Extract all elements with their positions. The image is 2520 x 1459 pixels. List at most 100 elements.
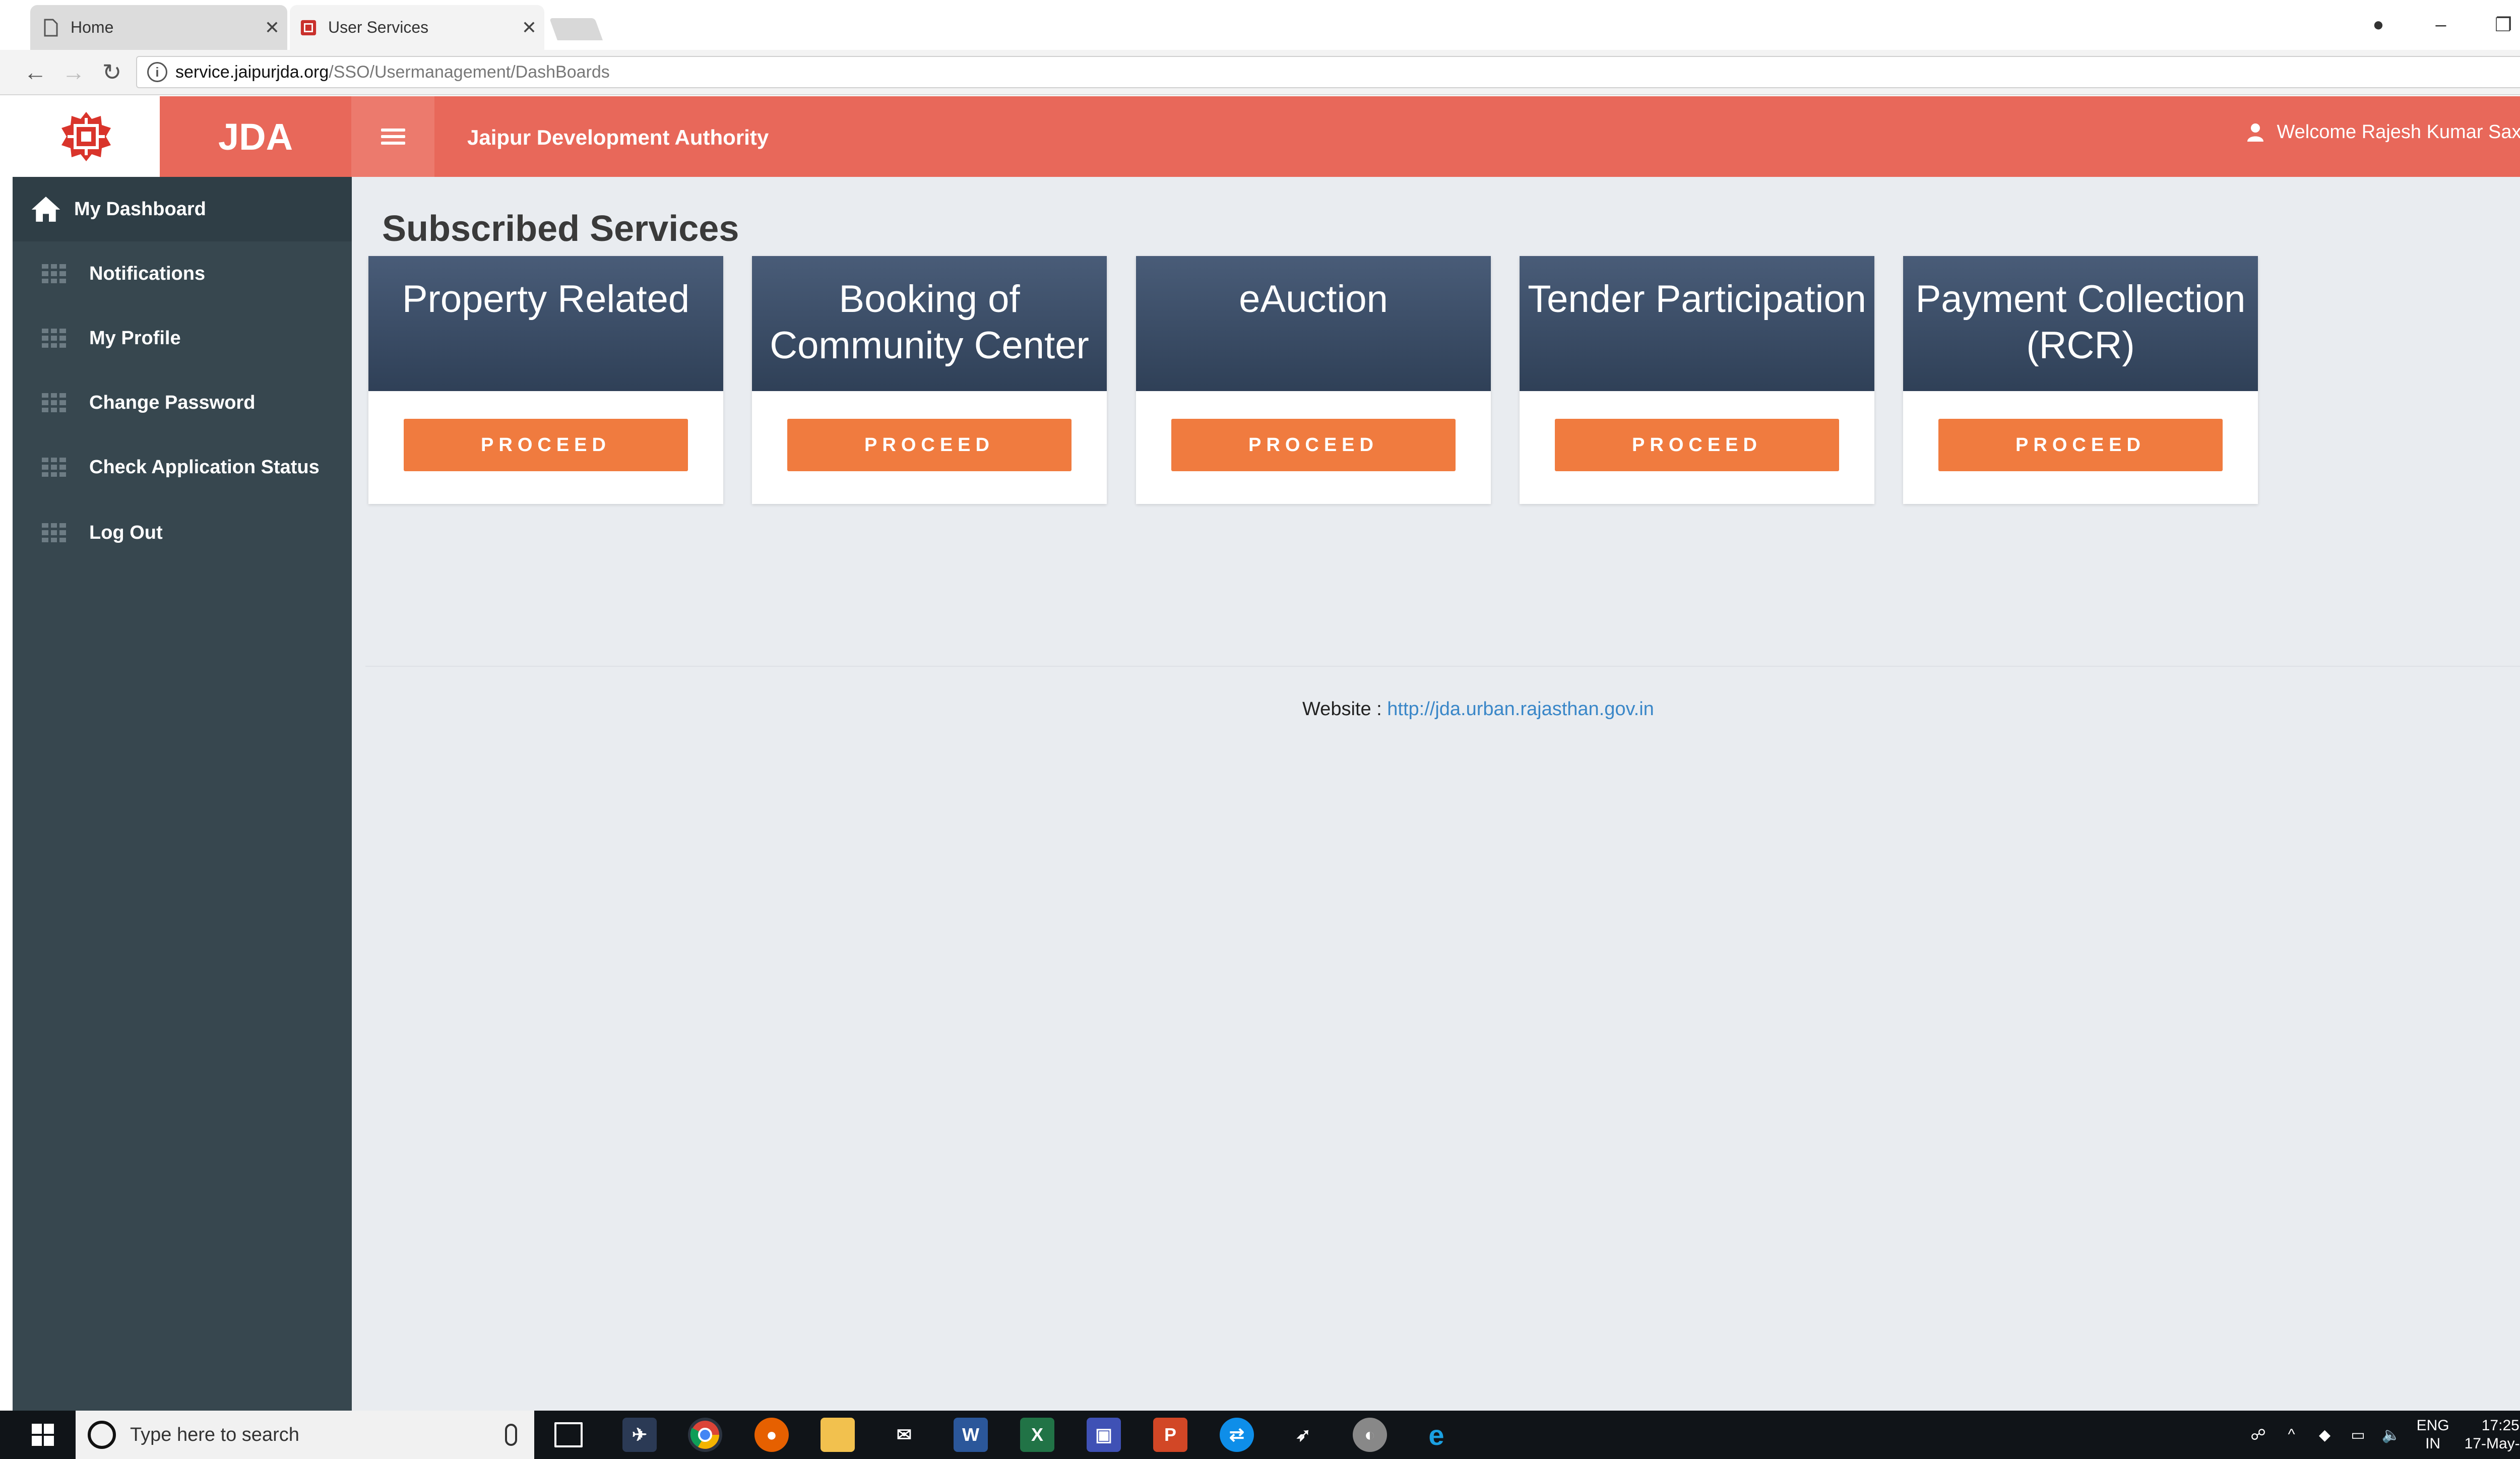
grid-icon: [42, 523, 66, 542]
brand-name[interactable]: JDA: [160, 96, 351, 177]
forward-arrow-icon[interactable]: →: [54, 58, 93, 86]
url-input[interactable]: i service.jaipurjda.org/SSO/Usermanageme…: [136, 56, 2520, 88]
sidebar-item-label: My Profile: [89, 327, 181, 349]
network-icon[interactable]: ▭: [2348, 1425, 2368, 1445]
sidebar-item-log-out[interactable]: Log Out: [13, 500, 352, 565]
tray-app-icon[interactable]: ◆: [2315, 1425, 2335, 1445]
grid-icon: [42, 393, 66, 412]
system-tray: ☍ ^ ◆ ▭ 🔈 ENG IN 17:25 17-May-18: [2235, 1411, 2520, 1459]
proceed-button[interactable]: PROCEED: [1171, 419, 1456, 471]
sidebar-item-notifications[interactable]: Notifications: [13, 241, 352, 306]
tab-title: Home: [71, 18, 114, 36]
sidebar-item-label: Change Password: [89, 392, 256, 413]
welcome-text: Welcome Rajesh Kumar Saxena: [2277, 121, 2520, 143]
proceed-button[interactable]: PROCEED: [787, 419, 1072, 471]
org-title: Jaipur Development Authority: [467, 125, 769, 149]
jda-favicon-icon: [300, 18, 317, 38]
powerpoint-icon[interactable]: P: [1153, 1418, 1187, 1452]
page-title: Subscribed Services: [382, 209, 739, 249]
hamburger-icon: [381, 125, 405, 148]
user-icon: [2247, 123, 2264, 142]
windows-taskbar: Type here to search ✈ ● ✉ W X ▣ P ⇄ ➶ ◐ …: [0, 1411, 2520, 1459]
people-icon[interactable]: ☍: [2248, 1425, 2269, 1445]
url-host: service.jaipurjda.org: [175, 62, 329, 82]
globe-app-icon[interactable]: ◐: [1353, 1418, 1387, 1452]
content-divider: [365, 666, 2520, 667]
card-title: eAuction: [1136, 256, 1491, 391]
tab-title: User Services: [328, 18, 429, 36]
file-explorer-icon[interactable]: [821, 1418, 855, 1452]
firefox-icon[interactable]: ●: [754, 1418, 789, 1452]
tab-user-services[interactable]: User Services ✕: [290, 5, 544, 50]
service-card-booking-community-center: Booking of Community Center PROCEED: [752, 256, 1107, 504]
app-container: JDA Jaipur Development Authority Welcome…: [13, 96, 2520, 1411]
chevron-up-icon[interactable]: ^: [2282, 1425, 2302, 1445]
menu-toggle-button[interactable]: [351, 96, 434, 177]
chrome-icon[interactable]: [688, 1418, 722, 1452]
grid-icon: [42, 329, 66, 348]
clock[interactable]: 17:25 17-May-18: [2465, 1417, 2520, 1453]
sidebar-item-my-dashboard[interactable]: My Dashboard: [13, 177, 352, 241]
minimize-icon[interactable]: –: [2410, 14, 2472, 36]
search-placeholder: Type here to search: [130, 1424, 299, 1445]
mail-icon[interactable]: ✉: [887, 1418, 921, 1452]
language-indicator[interactable]: ENG IN: [2417, 1417, 2449, 1453]
website-link[interactable]: http://jda.urban.rajasthan.gov.in: [1387, 699, 1654, 720]
jda-logo[interactable]: [13, 96, 160, 177]
user-menu[interactable]: Welcome Rajesh Kumar Saxena ▾: [2246, 121, 2520, 143]
tab-home[interactable]: Home ✕: [30, 5, 287, 50]
sidebar-item-my-profile[interactable]: My Profile: [13, 306, 352, 370]
new-tab-button[interactable]: [549, 18, 603, 40]
app-icon[interactable]: ➶: [1286, 1418, 1320, 1452]
page-icon: [42, 18, 59, 38]
window-controls: ● – ❐ ✕: [2347, 0, 2520, 50]
clock-time: 17:25: [2481, 1417, 2519, 1434]
proceed-button[interactable]: PROCEED: [1938, 419, 2223, 471]
taskbar-search-input[interactable]: Type here to search: [76, 1411, 534, 1459]
footer-label: Website :: [1302, 699, 1382, 720]
sidebar: My Dashboard Notifications My Profile Ch…: [13, 177, 352, 1411]
save-disk-icon[interactable]: ▣: [1087, 1418, 1121, 1452]
teamviewer-icon[interactable]: ⇄: [1220, 1418, 1254, 1452]
card-title: Payment Collection (RCR): [1903, 256, 2258, 391]
sidebar-item-label: Log Out: [89, 522, 163, 543]
browser-tab-strip: Home ✕ User Services ✕ ● – ❐ ✕: [0, 0, 2520, 50]
windows-logo-icon: [32, 1424, 54, 1446]
proceed-button[interactable]: PROCEED: [1555, 419, 1839, 471]
sidebar-item-label: Check Application Status: [89, 456, 320, 478]
excel-icon[interactable]: X: [1020, 1418, 1054, 1452]
volume-icon[interactable]: 🔈: [2381, 1425, 2402, 1445]
task-view-icon[interactable]: [554, 1422, 583, 1447]
internet-explorer-icon[interactable]: e: [1419, 1418, 1454, 1452]
card-title: Property Related: [368, 256, 723, 391]
reload-icon[interactable]: ↻: [93, 58, 131, 86]
service-card-property-related: Property Related PROCEED: [368, 256, 723, 504]
lang-top: ENG: [2416, 1417, 2449, 1434]
grid-icon: [42, 264, 66, 283]
sidebar-item-check-application-status[interactable]: Check Application Status: [13, 435, 352, 499]
footer-website: Website : http://jda.urban.rajasthan.gov…: [1302, 699, 1654, 720]
app-icon[interactable]: ✈: [622, 1418, 657, 1452]
close-icon[interactable]: ✕: [257, 17, 287, 38]
service-card-tender-participation: Tender Participation PROCEED: [1520, 256, 1874, 504]
restore-icon[interactable]: ❐: [2472, 14, 2520, 36]
start-button[interactable]: [13, 1411, 73, 1459]
service-card-eauction: eAuction PROCEED: [1136, 256, 1491, 504]
profile-icon[interactable]: ●: [2347, 14, 2410, 36]
sidebar-item-label: Notifications: [89, 263, 206, 284]
microphone-icon[interactable]: [505, 1424, 517, 1446]
cortana-icon: [88, 1421, 116, 1449]
sidebar-item-label: My Dashboard: [74, 198, 206, 220]
clock-date: 17-May-18: [2464, 1435, 2520, 1452]
back-arrow-icon[interactable]: ←: [16, 58, 54, 86]
proceed-button[interactable]: PROCEED: [404, 419, 688, 471]
word-icon[interactable]: W: [954, 1418, 988, 1452]
info-icon[interactable]: i: [147, 62, 167, 82]
card-title: Tender Participation: [1520, 256, 1874, 391]
url-path: /SSO/Usermanagement/DashBoards: [329, 62, 610, 82]
sidebar-item-change-password[interactable]: Change Password: [13, 370, 352, 435]
app-header: JDA Jaipur Development Authority Welcome…: [13, 96, 2520, 177]
card-title: Booking of Community Center: [752, 256, 1107, 391]
service-card-payment-collection: Payment Collection (RCR) PROCEED: [1903, 256, 2258, 504]
close-icon[interactable]: ✕: [514, 17, 544, 38]
